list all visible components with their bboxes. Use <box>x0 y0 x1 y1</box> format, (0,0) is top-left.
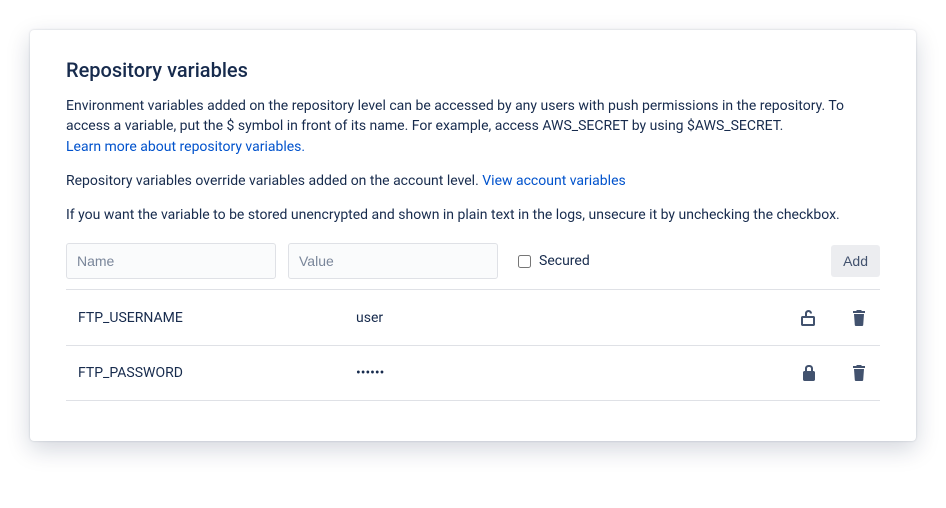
lock-closed-icon <box>802 364 816 382</box>
name-input[interactable] <box>66 243 276 279</box>
override-text: Repository variables override variables … <box>66 173 482 189</box>
value-input[interactable] <box>288 243 498 279</box>
add-variable-form: Secured Add <box>66 243 880 279</box>
secured-checkbox-wrap: Secured <box>510 253 819 269</box>
variable-row: FTP_PASSWORD •••••• <box>66 345 880 401</box>
variable-actions <box>798 360 880 386</box>
variables-list: FTP_USERNAME user FTP_PASSWORD •••••• <box>66 289 880 401</box>
delete-button[interactable] <box>848 306 870 330</box>
secure-toggle-button[interactable] <box>796 305 820 331</box>
variable-name: FTP_USERNAME <box>66 310 356 326</box>
secured-checkbox[interactable] <box>518 255 531 268</box>
variable-value: user <box>356 310 796 326</box>
trash-icon <box>852 310 866 326</box>
secure-toggle-button[interactable] <box>798 360 820 386</box>
page-title: Repository variables <box>66 58 880 82</box>
secured-label: Secured <box>539 253 590 269</box>
variable-actions <box>796 305 880 331</box>
variable-row: FTP_USERNAME user <box>66 289 880 345</box>
view-account-variables-link[interactable]: View account variables <box>482 173 625 189</box>
repository-variables-panel: Repository variables Environment variabl… <box>30 30 916 441</box>
override-paragraph: Repository variables override variables … <box>66 171 880 191</box>
trash-icon <box>852 365 866 381</box>
lock-open-icon <box>800 309 816 327</box>
add-button[interactable]: Add <box>831 245 880 277</box>
delete-button[interactable] <box>848 361 870 385</box>
unsecure-paragraph: If you want the variable to be stored un… <box>66 205 880 225</box>
variable-value: •••••• <box>356 365 798 381</box>
learn-more-link[interactable]: Learn more about repository variables. <box>66 139 305 155</box>
intro-paragraph: Environment variables added on the repos… <box>66 96 880 157</box>
intro-text: Environment variables added on the repos… <box>66 98 844 134</box>
variable-name: FTP_PASSWORD <box>66 365 356 381</box>
